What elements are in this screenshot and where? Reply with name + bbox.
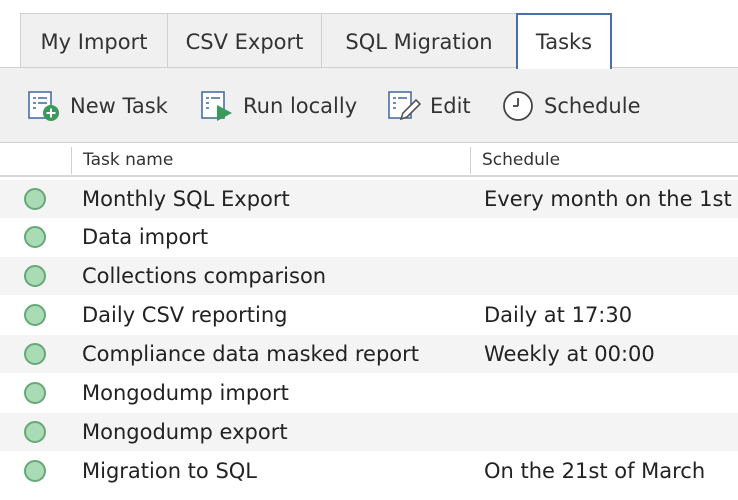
task-name-cell: Collections comparison <box>82 264 327 288</box>
column-header-schedule[interactable]: Schedule <box>482 143 560 177</box>
status-indicator <box>24 460 46 482</box>
task-name-cell: Migration to SQL <box>82 459 258 483</box>
status-indicator <box>24 265 46 287</box>
table-header: Task name Schedule <box>0 143 738 177</box>
status-indicator <box>24 188 46 210</box>
tab-csv-export[interactable]: CSV Export <box>167 13 322 69</box>
tab-label: CSV Export <box>185 29 304 54</box>
column-divider[interactable] <box>71 147 72 174</box>
edit-label: Edit <box>430 94 471 118</box>
tab-label: My Import <box>40 29 148 54</box>
status-indicator <box>24 421 46 443</box>
edit-icon <box>387 89 421 123</box>
new-task-icon <box>27 89 61 123</box>
table-row[interactable]: Monthly SQL Export Every month on the 1s… <box>0 180 738 218</box>
status-indicator <box>24 382 46 404</box>
status-indicator <box>24 343 46 365</box>
run-locally-button[interactable]: Run locally <box>200 88 357 124</box>
table-row[interactable]: Mongodump export <box>0 413 738 451</box>
schedule-cell: Weekly at 00:00 <box>484 342 655 366</box>
task-name-cell: Mongodump export <box>82 420 288 444</box>
table-row[interactable]: Data import <box>0 218 738 256</box>
tab-label: SQL Migration <box>345 29 493 54</box>
task-name-cell: Monthly SQL Export <box>82 187 290 211</box>
column-header-task-name[interactable]: Task name <box>83 143 173 177</box>
tab-my-import[interactable]: My Import <box>20 13 168 69</box>
schedule-cell: Every month on the 1st <box>484 187 732 211</box>
schedule-cell: Daily at 17:30 <box>484 303 633 327</box>
table-row[interactable]: Mongodump import <box>0 374 738 412</box>
table-row[interactable]: Daily CSV reporting Daily at 17:30 <box>0 296 738 334</box>
schedule-button[interactable]: Schedule <box>501 88 641 124</box>
tab-bar: My Import CSV Export SQL Migration Tasks <box>0 0 738 69</box>
toolbar: New Task Run locally Edit Schedule <box>0 67 738 143</box>
task-name-cell: Mongodump import <box>82 381 289 405</box>
edit-button[interactable]: Edit <box>387 88 471 124</box>
tab-label: Tasks <box>535 30 593 54</box>
clock-icon <box>501 89 535 123</box>
table-row[interactable]: Collections comparison <box>0 257 738 295</box>
new-task-label: New Task <box>70 94 168 118</box>
new-task-button[interactable]: New Task <box>27 88 168 124</box>
column-divider[interactable] <box>470 147 471 174</box>
task-name-cell: Daily CSV reporting <box>82 303 288 327</box>
schedule-cell: On the 21st of March <box>484 459 706 483</box>
schedule-label: Schedule <box>544 94 641 118</box>
table-row[interactable]: Migration to SQL On the 21st of March <box>0 452 738 490</box>
column-header-label: Schedule <box>482 150 561 170</box>
status-indicator <box>24 304 46 326</box>
run-locally-label: Run locally <box>243 94 358 118</box>
task-name-cell: Compliance data masked report <box>82 342 420 366</box>
table-row[interactable]: Compliance data masked report Weekly at … <box>0 335 738 373</box>
tab-tasks[interactable]: Tasks <box>516 13 612 69</box>
column-header-label: Task name <box>83 150 174 170</box>
task-name-cell: Data import <box>82 225 209 249</box>
tab-sql-migration[interactable]: SQL Migration <box>321 13 517 69</box>
run-icon <box>200 89 234 123</box>
status-indicator <box>24 226 46 248</box>
